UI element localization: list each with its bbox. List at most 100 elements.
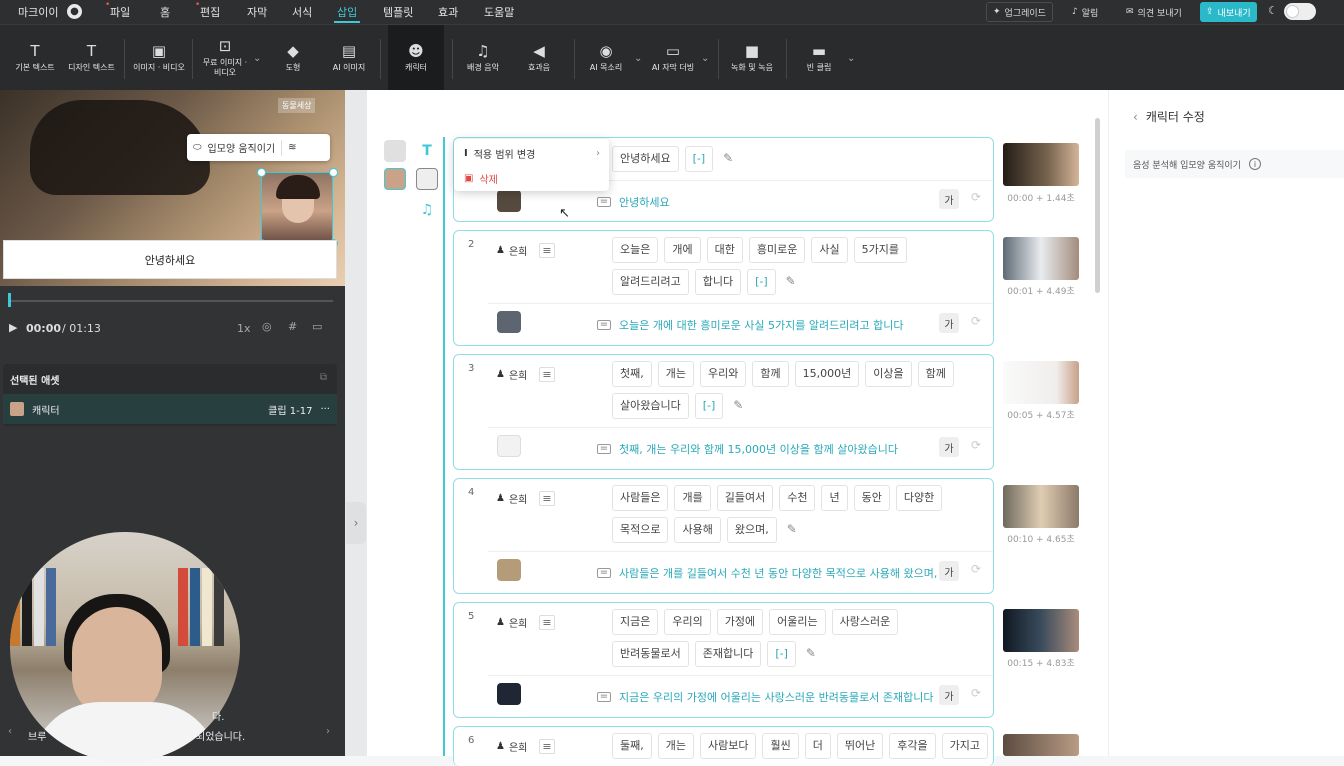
clip-card[interactable]: 5 ♟ 은희 ≡ 지금은 우리의 가정에 어울리는 사랑스러운 반려동물로서 존재합…	[453, 602, 994, 718]
font-button[interactable]: 가	[939, 561, 959, 581]
speed-button[interactable]: 1x	[237, 322, 251, 335]
word-chip[interactable]: 개는	[657, 733, 694, 759]
refresh-icon[interactable]: ⟳	[971, 438, 981, 452]
word-chip[interactable]: 개를	[674, 485, 711, 511]
clip-preview-thumb[interactable]	[1003, 143, 1079, 186]
word-chip[interactable]: 뛰어난	[836, 733, 884, 759]
refresh-icon[interactable]: ⟳	[971, 314, 981, 328]
text-track-icon[interactable]: T	[416, 140, 438, 162]
word-chip[interactable]: 사용해	[674, 517, 721, 543]
menu-icon[interactable]: ≡	[539, 491, 555, 506]
menu-home[interactable]: 홈	[160, 4, 170, 20]
app-name[interactable]: 마크이이	[18, 4, 58, 20]
refresh-icon[interactable]: ⟳	[971, 562, 981, 576]
word-chip[interactable]: 동안	[853, 485, 890, 511]
clip-thumb[interactable]	[497, 435, 521, 457]
dark-mode-toggle[interactable]	[1284, 3, 1316, 20]
menu-edit[interactable]: • 편집	[195, 0, 220, 20]
speaker[interactable]: ♟ 은희 ≡	[496, 243, 555, 258]
timeline-playhead[interactable]	[8, 293, 11, 307]
word-chip[interactable]: 개는	[657, 361, 694, 387]
pause-chip[interactable]: [-]	[694, 393, 724, 419]
word-chip[interactable]: 대한	[706, 237, 743, 263]
sentence-row[interactable]: = 사람들은 개를 길들여서 수천 년 동안 다양한 목적으로 사용해 왔으며,	[597, 565, 937, 581]
tool-ai-voice[interactable]: ◉ AI 목소리	[580, 25, 632, 91]
word-chip[interactable]: 안녕하세요	[612, 146, 679, 172]
menu-insert[interactable]: 삽입	[337, 4, 357, 20]
alarm-button[interactable]: ♪ 알림	[1066, 2, 1104, 22]
word-chip[interactable]: 우리의	[664, 609, 711, 635]
play-icon[interactable]: ▶	[9, 321, 17, 334]
feedback-button[interactable]: ✉ 의견 보내기	[1120, 2, 1188, 22]
timeline-track[interactable]	[8, 300, 333, 302]
word-chip[interactable]: 둘째,	[612, 733, 652, 759]
refresh-icon[interactable]: ⟳	[971, 686, 981, 700]
word-chip[interactable]: 흥미로운	[748, 237, 806, 263]
clip-preview-thumb[interactable]	[1003, 361, 1079, 404]
font-button[interactable]: 가	[939, 437, 959, 457]
music-track-icon[interactable]: ♫	[416, 199, 438, 221]
asset-item-character[interactable]: 캐릭터 클립 1-17 ···	[3, 394, 337, 424]
speaker[interactable]: ♟ 은희 ≡	[496, 491, 555, 506]
word-chip[interactable]: 수천	[779, 485, 816, 511]
clip-thumb[interactable]	[497, 311, 521, 333]
pencil-icon[interactable]: ✎	[729, 393, 747, 419]
tool-image-video[interactable]: ▣ 이미지 · 비디오	[130, 25, 188, 91]
word-chip[interactable]: 지금은	[612, 609, 659, 635]
font-button[interactable]: 가	[939, 189, 959, 209]
menu-item-delete[interactable]: ▣ 삭제	[464, 171, 498, 186]
tool-bgm[interactable]: ♫ 배경 음악	[458, 25, 508, 91]
word-chip[interactable]: 다양한	[895, 485, 943, 511]
clip-card[interactable]: 2 ♟ 은희 ≡ 오늘은 개에 대한 흥미로운 사실 5가지를 알려드리려고 합니다…	[453, 230, 994, 346]
word-chip[interactable]: 길들여서	[716, 485, 774, 511]
word-chip[interactable]: 훨씬	[762, 733, 799, 759]
open-external-icon[interactable]: ⧉	[320, 372, 327, 383]
export-button[interactable]: ⇪ 내보내기	[1200, 2, 1257, 22]
word-chip[interactable]: 반려동물로서	[612, 641, 689, 667]
word-chip[interactable]: 오늘은	[612, 237, 659, 263]
menu-icon[interactable]: ≡	[539, 243, 555, 258]
pause-chip[interactable]: [-]	[747, 269, 776, 295]
word-chip[interactable]: 15,000년	[794, 361, 860, 387]
chevron-down-icon[interactable]: ⌄	[253, 53, 261, 64]
word-chip[interactable]: 합니다	[694, 269, 742, 295]
menu-help[interactable]: 도움말	[484, 4, 514, 20]
sentence-row[interactable]: = 오늘은 개에 대한 흥미로운 사실 5가지를 알려드리려고 합니다	[597, 317, 903, 333]
word-chip[interactable]: 우리와	[700, 361, 747, 387]
word-chip[interactable]: 사실	[811, 237, 848, 263]
chevron-down-icon[interactable]: ⌄	[701, 53, 709, 64]
speaker[interactable]: ♟ 은희 ≡	[496, 367, 555, 382]
word-chip[interactable]: 사랑스러운	[831, 609, 899, 635]
tool-design-text[interactable]: T 디자인 텍스트	[64, 25, 119, 91]
clip-thumb[interactable]	[497, 190, 521, 212]
character-track-icon[interactable]	[384, 168, 406, 190]
upgrade-button[interactable]: ✦ 업그레이드	[986, 2, 1053, 22]
pencil-icon[interactable]: ✎	[719, 146, 737, 172]
back-icon[interactable]: ‹	[1133, 110, 1138, 124]
word-chip[interactable]: 5가지를	[853, 237, 907, 263]
character-overlay[interactable]	[261, 172, 333, 243]
tool-empty-clip[interactable]: ▬ 빈 클립	[792, 25, 846, 91]
pencil-icon[interactable]: ✎	[802, 641, 820, 667]
tool-sound-effect[interactable]: ◀ 효과음	[514, 25, 564, 91]
clip-preview-thumb[interactable]	[1003, 609, 1079, 652]
collapse-panel-button[interactable]: ›	[346, 502, 366, 544]
font-button[interactable]: 가	[939, 313, 959, 333]
editor-scrollbar[interactable]	[1095, 118, 1100, 293]
word-chip[interactable]: 존재합니다	[694, 641, 762, 667]
more-icon[interactable]: ···	[320, 404, 330, 415]
speaker[interactable]: ♟ 은희 ≡	[496, 739, 555, 754]
menu-format[interactable]: 서식	[292, 4, 312, 20]
sentence-row[interactable]: = 첫째, 개는 우리와 함께 15,000년 이상을 함께 살아왔습니다	[597, 441, 898, 457]
menu-icon[interactable]: ≡	[539, 367, 555, 382]
word-chip[interactable]: 개에	[664, 237, 701, 263]
layers-icon[interactable]: ≋	[288, 142, 296, 153]
grid-icon[interactable]: #	[288, 320, 297, 333]
clip-thumb[interactable]	[497, 559, 521, 581]
chevron-down-icon[interactable]: ⌄	[634, 53, 642, 64]
lip-sync-option[interactable]: 음성 분석해 입모양 움직이기 i	[1125, 150, 1344, 178]
tool-shape[interactable]: ◆ 도형	[268, 25, 318, 91]
word-chip[interactable]: 이상을	[865, 361, 912, 387]
clip-preview-thumb[interactable]	[1003, 485, 1079, 528]
chevron-left-icon[interactable]: ‹	[8, 726, 12, 737]
